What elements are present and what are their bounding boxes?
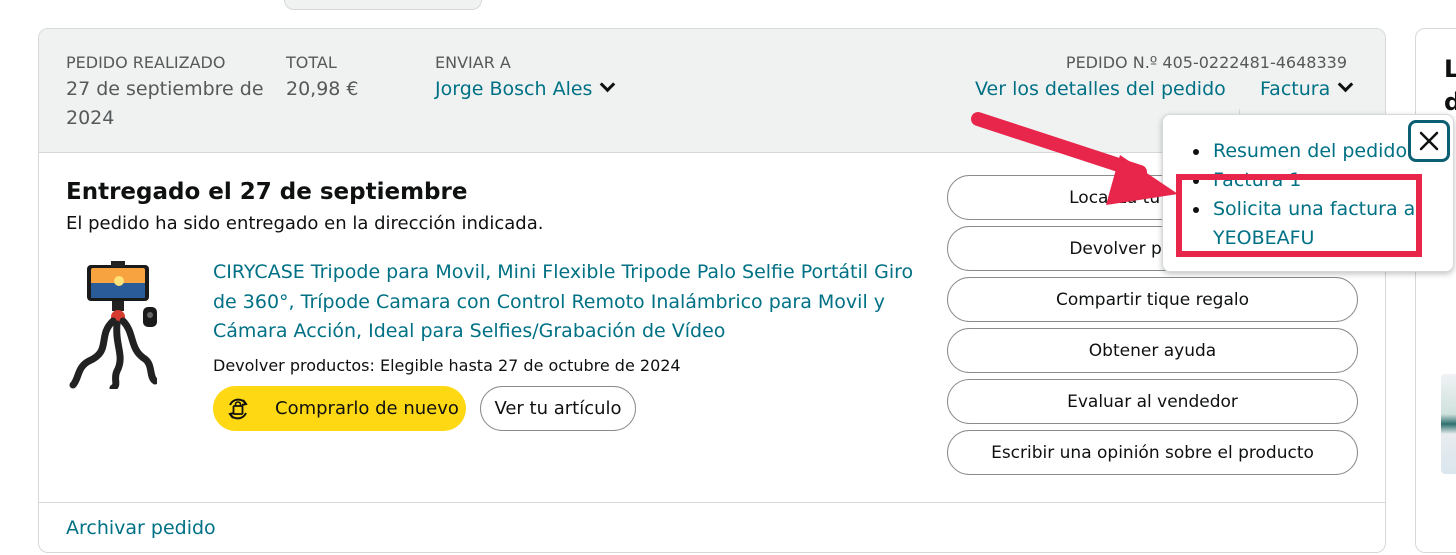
- invoice-option-order-summary[interactable]: Resumen del pedido: [1193, 137, 1428, 166]
- view-item-label: Ver tu artículo: [494, 398, 622, 419]
- invoice-link[interactable]: Factura: [1260, 78, 1330, 100]
- get-help-button[interactable]: Obtener ayuda: [947, 328, 1358, 373]
- rate-seller-button[interactable]: Evaluar al vendedor: [947, 379, 1358, 424]
- side-panel-heading: L d: [1444, 53, 1456, 119]
- total-column: TOTAL 20,98 €: [286, 53, 359, 104]
- buy-again-label: Comprarlo de nuevo: [275, 398, 459, 419]
- order-number: PEDIDO N.º 405-0222481-4648339: [1065, 53, 1347, 72]
- top-tab: [284, 0, 482, 10]
- write-review-button[interactable]: Escribir una opinión sobre el producto: [947, 430, 1358, 475]
- product-title-link[interactable]: CIRYCASE Tripode para Movil, Mini Flexib…: [213, 258, 933, 347]
- order-date-line1: 27 de septiembre de: [66, 78, 264, 100]
- highlight-box: [1176, 174, 1422, 257]
- write-review-label: Escribir una opinión sobre el producto: [991, 442, 1314, 463]
- ship-to-label: ENVIAR A: [435, 53, 511, 72]
- get-help-label: Obtener ayuda: [1088, 340, 1217, 361]
- side-panel-heading-line1: L: [1444, 53, 1456, 86]
- chevron-down-icon[interactable]: [600, 76, 616, 93]
- buy-again-icon: [228, 398, 248, 420]
- invoice-dropdown[interactable]: Factura: [1260, 75, 1354, 104]
- order-details-link[interactable]: Ver los detalles del pedido: [975, 78, 1226, 100]
- share-gift-receipt-label: Compartir tique regalo: [1055, 289, 1250, 310]
- order-details-link-wrap: Ver los detalles del pedido: [975, 75, 1226, 104]
- order-card: PEDIDO REALIZADO 27 de septiembre de 202…: [38, 28, 1386, 553]
- close-popover-button[interactable]: [1408, 120, 1450, 162]
- rate-seller-label: Evaluar al vendedor: [1067, 391, 1238, 412]
- order-number-column: PEDIDO N.º 405-0222481-4648339: [1066, 53, 1347, 73]
- order-placed-column: PEDIDO REALIZADO 27 de septiembre de 202…: [66, 53, 264, 133]
- delivery-status-subtitle: El pedido ha sido entregado en la direcc…: [66, 213, 544, 234]
- side-panel-product-thumbnail[interactable]: [1441, 374, 1456, 474]
- chevron-down-icon[interactable]: [1337, 76, 1354, 93]
- share-gift-receipt-button[interactable]: Compartir tique regalo: [947, 277, 1358, 322]
- ship-to-dropdown[interactable]: Jorge Bosch Ales: [435, 75, 616, 104]
- total-value: 20,98 €: [286, 78, 359, 100]
- side-panel-card: L d: [1415, 28, 1456, 553]
- order-placed-label: PEDIDO REALIZADO: [66, 53, 226, 72]
- close-icon: [1419, 131, 1439, 151]
- order-date-line2: 2024: [66, 107, 115, 129]
- buy-again-button[interactable]: Comprarlo de nuevo: [213, 386, 466, 431]
- delivery-status-title: Entregado el 27 de septiembre: [66, 179, 468, 205]
- view-item-button[interactable]: Ver tu artículo: [480, 386, 636, 431]
- product-image[interactable]: [67, 261, 157, 389]
- ship-to-column: ENVIAR A Jorge Bosch Ales: [435, 53, 616, 104]
- order-date: 27 de septiembre de 2024: [66, 75, 264, 133]
- total-label: TOTAL: [286, 53, 337, 72]
- ship-to-name[interactable]: Jorge Bosch Ales: [435, 78, 592, 100]
- footer-divider: [39, 502, 1385, 503]
- archive-order-link[interactable]: Archivar pedido: [66, 515, 216, 541]
- return-eligibility: Devolver productos: Elegible hasta 27 de…: [213, 356, 681, 375]
